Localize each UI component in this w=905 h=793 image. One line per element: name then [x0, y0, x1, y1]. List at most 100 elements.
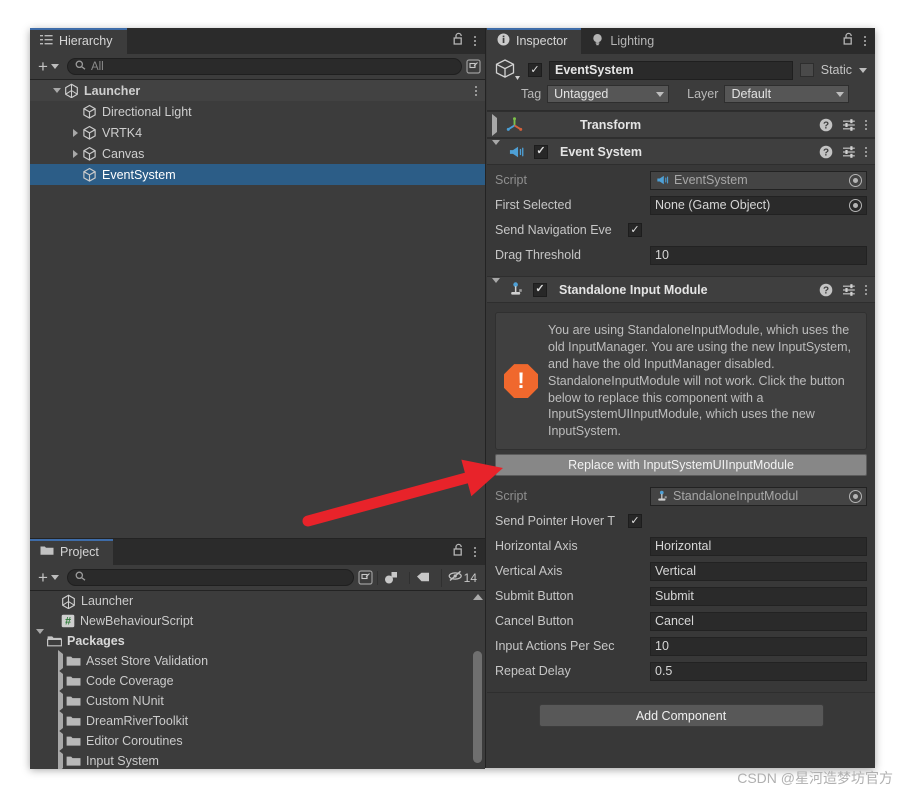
- hierarchy-tabbar: Hierarchy: [30, 28, 485, 54]
- foldout-down-icon[interactable]: [492, 139, 500, 159]
- project-item-code-coverage[interactable]: Code Coverage: [30, 670, 485, 692]
- property-checkbox[interactable]: ✓: [628, 514, 642, 529]
- hierarchy-search-input[interactable]: All: [66, 58, 462, 75]
- scrollbar-thumb[interactable]: [473, 651, 482, 763]
- component-header-standalone-input-module[interactable]: ✓ Standalone Input Module?: [487, 276, 875, 303]
- kebab-menu-icon[interactable]: [865, 284, 867, 295]
- project-asset-list[interactable]: Launcher # NewBehaviourScript Packages Asset…: [30, 591, 485, 769]
- property-value: None (Game Object): [655, 198, 771, 212]
- static-dropdown-chevron-icon[interactable]: [859, 67, 867, 73]
- property-label: Horizontal Axis: [495, 539, 578, 554]
- filter-by-type-icon[interactable]: [376, 570, 405, 585]
- object-picker-icon[interactable]: [849, 173, 862, 187]
- lock-open-icon[interactable]: [453, 32, 465, 50]
- hierarchy-item-label: VRTK4: [102, 125, 143, 140]
- component-header-transform[interactable]: Transform?: [487, 111, 875, 138]
- hierarchy-item-canvas[interactable]: Canvas: [30, 143, 485, 164]
- project-item-custom-nunit[interactable]: Custom NUnit: [30, 690, 485, 712]
- project-item-editor-coroutines[interactable]: Editor Coroutines: [30, 730, 485, 752]
- property-field[interactable]: EventSystem: [650, 170, 867, 190]
- kebab-menu-icon[interactable]: [864, 36, 866, 46]
- kebab-menu-icon[interactable]: [475, 85, 477, 96]
- hidden-assets-toggle[interactable]: 14: [440, 568, 481, 587]
- property-field[interactable]: Submit: [650, 586, 867, 606]
- foldout-right-icon[interactable]: [58, 650, 63, 672]
- foldout-right-icon[interactable]: [492, 113, 497, 136]
- property-label: First Selected: [495, 198, 572, 212]
- popout-icon[interactable]: [358, 570, 373, 585]
- foldout-right-icon[interactable]: [68, 128, 82, 137]
- foldout-right-icon[interactable]: [58, 710, 63, 732]
- help-icon[interactable]: ?: [819, 145, 833, 159]
- hierarchy-item-eventsystem[interactable]: EventSystem: [30, 164, 485, 185]
- replace-input-module-button[interactable]: Replace with InputSystemUIInputModule: [495, 454, 867, 477]
- hierarchy-icon: [40, 34, 53, 49]
- gameobject-enabled-checkbox[interactable]: ✓: [528, 63, 542, 77]
- create-asset-button[interactable]: +: [34, 568, 63, 588]
- component-enabled-checkbox[interactable]: ✓: [534, 144, 548, 159]
- tab-inspector[interactable]: Inspector: [487, 28, 582, 54]
- property-field[interactable]: 0.5: [650, 661, 867, 681]
- foldout-down-icon[interactable]: [50, 88, 64, 93]
- tab-hierarchy[interactable]: Hierarchy: [30, 28, 127, 54]
- tab-lighting[interactable]: Lighting: [581, 28, 669, 54]
- help-icon[interactable]: ?: [819, 283, 833, 297]
- property-row: Vertical Axis Vertical: [495, 560, 867, 582]
- project-item-input-system[interactable]: Input System: [30, 750, 485, 769]
- foldout-right-icon[interactable]: [58, 670, 63, 692]
- folder-icon: [66, 735, 81, 747]
- foldout-right-icon[interactable]: [58, 690, 63, 712]
- lock-open-icon[interactable]: [453, 543, 465, 561]
- kebab-menu-icon[interactable]: [865, 119, 867, 130]
- foldout-right-icon[interactable]: [58, 750, 63, 769]
- property-field[interactable]: Cancel: [650, 611, 867, 631]
- property-field[interactable]: Vertical: [650, 561, 867, 581]
- hierarchy-item-vrtk4[interactable]: VRTK4: [30, 122, 485, 143]
- object-picker-icon[interactable]: [849, 489, 862, 503]
- hierarchy-item-directional-light[interactable]: Directional Light: [30, 101, 485, 122]
- hierarchy-item-launcher[interactable]: Launcher: [30, 80, 485, 101]
- property-field[interactable]: StandaloneInputModul: [650, 486, 867, 506]
- help-icon[interactable]: ?: [819, 118, 833, 132]
- object-picker-icon[interactable]: [849, 198, 862, 212]
- project-item-launcher[interactable]: Launcher: [30, 591, 485, 611]
- project-item-packages[interactable]: Packages: [30, 629, 485, 651]
- preset-icon[interactable]: [842, 118, 856, 132]
- static-checkbox[interactable]: [799, 63, 814, 77]
- property-field[interactable]: Horizontal: [650, 536, 867, 556]
- layer-dropdown[interactable]: Default: [724, 85, 850, 103]
- foldout-right-icon[interactable]: [68, 149, 82, 158]
- create-gameobject-button[interactable]: +: [34, 57, 63, 77]
- component-header-event-system[interactable]: ✓ Event System?: [487, 138, 875, 165]
- project-item-dreamrivertoolkit[interactable]: DreamRiverToolkit: [30, 710, 485, 732]
- warning-text: You are using StandaloneInputModule, whi…: [548, 323, 851, 439]
- property-field[interactable]: 10: [650, 636, 867, 656]
- tab-project[interactable]: Project: [30, 539, 113, 565]
- property-field[interactable]: None (Game Object): [650, 195, 867, 215]
- hierarchy-tree[interactable]: Launcher Directional Light VRTK4 Canvas Even…: [30, 80, 485, 538]
- kebab-menu-icon[interactable]: [474, 547, 476, 557]
- filter-by-label-icon[interactable]: [408, 571, 437, 584]
- project-search-input[interactable]: [66, 569, 354, 586]
- project-item-newbehaviourscript[interactable]: # NewBehaviourScript: [30, 611, 485, 631]
- kebab-menu-icon[interactable]: [474, 36, 476, 46]
- scroll-up-arrow-icon[interactable]: [472, 594, 483, 600]
- property-field[interactable]: 10: [650, 245, 867, 265]
- popout-icon[interactable]: [466, 59, 481, 74]
- kebab-menu-icon[interactable]: [865, 146, 867, 157]
- add-component-area: Add Component: [487, 692, 875, 740]
- preset-icon[interactable]: [842, 283, 856, 297]
- project-list-scrollbar[interactable]: [472, 593, 483, 767]
- lock-open-icon[interactable]: [843, 32, 855, 50]
- foldout-down-icon[interactable]: [492, 277, 500, 297]
- project-item-asset-store-validation[interactable]: Asset Store Validation: [30, 650, 485, 672]
- preset-icon[interactable]: [842, 145, 856, 159]
- foldout-down-icon[interactable]: [36, 629, 44, 648]
- add-component-button[interactable]: Add Component: [538, 704, 824, 728]
- gameobject-name-input[interactable]: EventSystem: [549, 60, 793, 80]
- component-enabled-checkbox[interactable]: ✓: [533, 282, 547, 297]
- component-body-standalone-input-module: ! You are using StandaloneInputModule, wh…: [487, 303, 875, 693]
- property-checkbox[interactable]: ✓: [628, 223, 642, 237]
- foldout-right-icon[interactable]: [58, 730, 63, 752]
- tag-dropdown[interactable]: Untagged: [547, 85, 670, 103]
